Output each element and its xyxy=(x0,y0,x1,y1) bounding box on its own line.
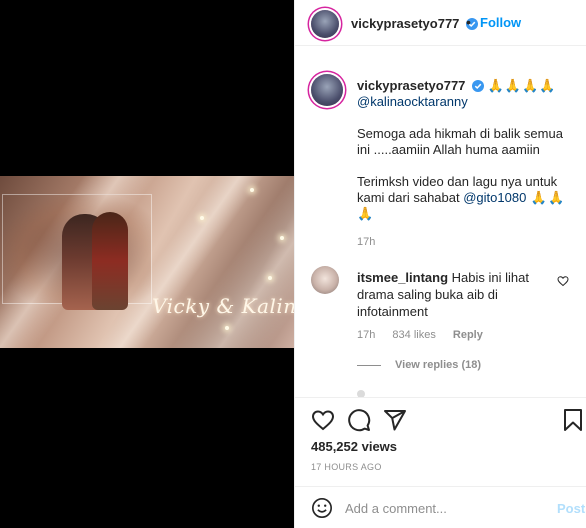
post-sidebar: vickyprasetyo777 • Follow vickyprasetyo7… xyxy=(294,0,586,528)
comment-like-heart-icon[interactable] xyxy=(557,275,569,287)
caption-emoji: 🙏🙏🙏🙏 xyxy=(487,78,557,93)
smile-icon[interactable] xyxy=(311,497,333,519)
sparkle xyxy=(250,188,254,192)
comment-avatar[interactable] xyxy=(311,266,339,294)
comment-icon[interactable] xyxy=(347,408,371,432)
comments-thread[interactable]: vickyprasetyo777 🙏🙏🙏🙏 @kalinaocktaranny … xyxy=(295,46,586,398)
caption-mention-link-2[interactable]: @gito1080 xyxy=(463,190,526,205)
verified-badge-icon xyxy=(472,80,485,92)
caption-mention-link[interactable]: @kalinaocktaranny xyxy=(357,94,468,109)
view-count[interactable]: 485,252 views xyxy=(311,439,397,454)
caption-time[interactable]: 17h xyxy=(357,236,375,248)
follow-separator: • xyxy=(466,14,471,30)
post-comment-button[interactable]: Post xyxy=(557,501,585,516)
view-replies-button[interactable]: View replies (18) xyxy=(357,359,481,371)
bookmark-icon[interactable] xyxy=(561,408,585,432)
comment-username[interactable]: itsmee_lintang xyxy=(357,270,448,285)
comment-input[interactable] xyxy=(345,497,535,519)
caption-avatar[interactable] xyxy=(311,74,343,106)
comment-text: itsmee_lintang Habis ini lihat drama sal… xyxy=(357,269,557,320)
share-icon[interactable] xyxy=(383,408,407,432)
avatar[interactable] xyxy=(311,10,339,38)
heart-icon[interactable] xyxy=(311,408,335,432)
author-username-text[interactable]: vickyprasetyo777 xyxy=(351,16,459,31)
comment-meta: 17h 834 likes Reply xyxy=(357,329,497,341)
caption-paragraph-1: Semoga ada hikmah di balik semua ini ...… xyxy=(357,126,563,157)
sparkle xyxy=(200,216,204,220)
next-comment-avatar-partial xyxy=(357,390,365,397)
sparkle xyxy=(268,276,272,280)
follow-button[interactable]: Follow xyxy=(480,15,521,30)
author-username[interactable]: vickyprasetyo777 xyxy=(351,16,479,31)
post-header: vickyprasetyo777 • Follow xyxy=(295,0,586,46)
comment-reply-button[interactable]: Reply xyxy=(453,329,483,341)
caption-username[interactable]: vickyprasetyo777 xyxy=(357,78,465,93)
sparkle xyxy=(280,236,284,240)
view-replies-label[interactable]: View replies (18) xyxy=(395,359,481,371)
video-overlay-text: Vicky & Kalina xyxy=(152,294,294,318)
comment-time[interactable]: 17h xyxy=(357,329,375,341)
caption-text: vickyprasetyo777 🙏🙏🙏🙏 @kalinaocktaranny … xyxy=(357,78,577,222)
sparkle xyxy=(225,326,229,330)
action-bar xyxy=(295,398,586,442)
add-comment-bar: Post xyxy=(295,486,586,528)
post-timestamp[interactable]: 17 HOURS AGO xyxy=(311,462,382,472)
video-figure-groom xyxy=(92,212,128,310)
video-player[interactable]: Vicky & Kalina xyxy=(0,176,294,348)
replies-divider-line xyxy=(357,364,381,366)
comment-likes[interactable]: 834 likes xyxy=(392,329,435,341)
media-panel: Vicky & Kalina xyxy=(0,0,294,528)
